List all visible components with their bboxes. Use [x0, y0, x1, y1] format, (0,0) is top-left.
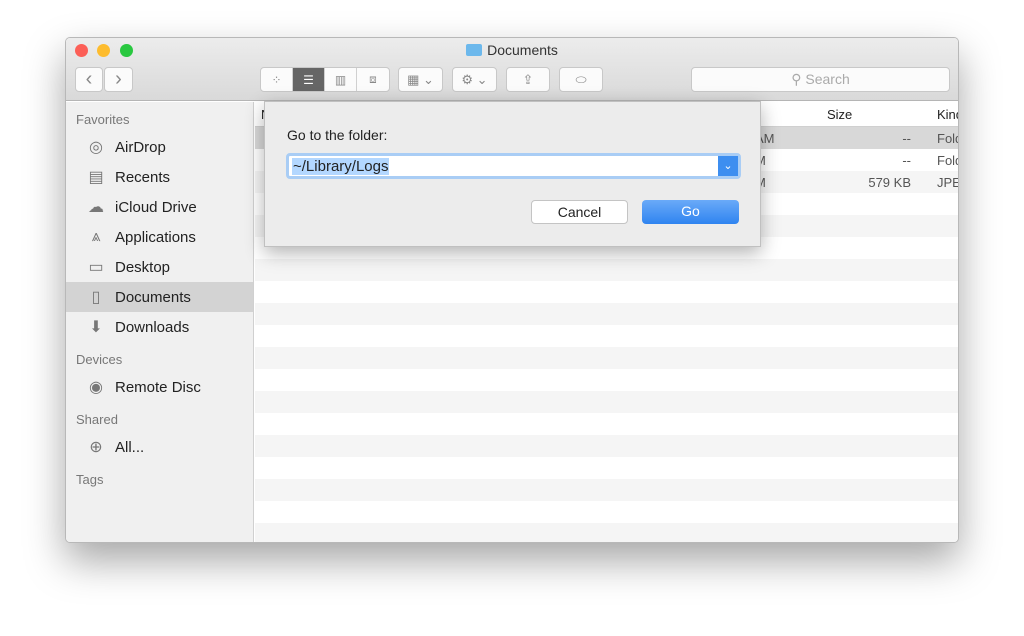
- share-button[interactable]: ⇪: [506, 67, 550, 92]
- desktop-icon: ▭: [88, 259, 104, 276]
- gear-icon: ⚙ ⌄: [461, 71, 488, 87]
- table-row[interactable]: [255, 281, 958, 303]
- sidebar-item-label: Remote Disc: [115, 378, 201, 396]
- table-row[interactable]: [255, 325, 958, 347]
- kind-cell: Folder: [937, 131, 958, 146]
- table-row[interactable]: [255, 457, 958, 479]
- sidebar-item-label: AirDrop: [115, 138, 166, 156]
- titlebar: Documents ‹ › ⁘ ☰ ▥ ⧈ ▦ ⌄ ⚙ ⌄ ⇪ ⬭ ⚲ Sear…: [66, 38, 958, 101]
- cloud-icon: ☁: [88, 199, 104, 216]
- sidebar-item-label: Downloads: [115, 318, 190, 336]
- table-row[interactable]: [255, 501, 958, 523]
- sidebar-item-label: Applications: [115, 228, 196, 246]
- airdrop-icon: ◎: [89, 139, 103, 156]
- applications-icon: ⩓: [91, 228, 101, 245]
- table-row[interactable]: [255, 369, 958, 391]
- table-row[interactable]: [255, 303, 958, 325]
- search-field[interactable]: ⚲ Search: [691, 67, 950, 92]
- disc-icon: ◉: [89, 379, 103, 396]
- search-placeholder: Search: [805, 71, 850, 87]
- go-button[interactable]: Go: [642, 200, 739, 224]
- sidebar-item-label: Desktop: [115, 258, 171, 276]
- column-view-button[interactable]: ▥: [325, 68, 357, 91]
- sidebar-item-label: iCloud Drive: [115, 198, 197, 216]
- table-row[interactable]: [255, 259, 958, 281]
- sidebar-section-tags: Tags: [76, 472, 104, 487]
- column-size[interactable]: Size: [827, 107, 852, 122]
- kind-cell: JPEG: [937, 175, 958, 190]
- grid-icon: ▦ ⌄: [407, 71, 434, 87]
- go-to-folder-dialog: Go to the folder: ~/Library/Logs ⌄ Cance…: [264, 101, 761, 247]
- tags-button[interactable]: ⬭: [559, 67, 603, 92]
- cancel-button[interactable]: Cancel: [531, 200, 628, 224]
- sidebar-item-airdrop[interactable]: ◎ AirDrop: [66, 132, 253, 162]
- table-row[interactable]: [255, 347, 958, 369]
- arrange-button[interactable]: ▦ ⌄: [398, 67, 443, 92]
- window-title: Documents: [66, 42, 958, 58]
- share-icon: ⇪: [522, 71, 534, 87]
- sidebar-item-desktop[interactable]: ▭ Desktop: [66, 252, 253, 282]
- chevron-down-icon[interactable]: ⌄: [718, 156, 738, 176]
- sidebar-item-label: All...: [115, 438, 145, 456]
- recents-icon: ▤: [88, 169, 104, 186]
- folder-icon: [466, 44, 483, 56]
- sidebar-item-icloud-drive[interactable]: ☁ iCloud Drive: [66, 192, 253, 222]
- sidebar-section-shared: Shared: [76, 412, 118, 427]
- sidebar-item-all[interactable]: ⊕ All...: [66, 432, 253, 462]
- folder-path-value[interactable]: ~/Library/Logs: [292, 158, 390, 175]
- table-row[interactable]: [255, 479, 958, 501]
- back-button[interactable]: ‹: [75, 67, 103, 92]
- sidebar: Favorites ◎ AirDrop ▤ Recents ☁ iCloud Drive ⩓ A…: [66, 102, 254, 542]
- icon-view-button[interactable]: ⁘: [261, 68, 293, 91]
- sidebar-section-favorites: Favorites: [76, 112, 130, 127]
- table-row[interactable]: [255, 435, 958, 457]
- sidebar-section-devices: Devices: [76, 352, 123, 367]
- dialog-label: Go to the folder:: [287, 127, 388, 143]
- sidebar-item-label: Recents: [115, 168, 171, 186]
- tag-icon: ⬭: [575, 71, 587, 87]
- sidebar-item-remote-disc[interactable]: ◉ Remote Disc: [66, 372, 253, 402]
- forward-button[interactable]: ›: [104, 67, 133, 92]
- size-cell: --: [902, 131, 911, 146]
- sidebar-item-documents[interactable]: ▯ Documents: [66, 282, 253, 312]
- column-kind[interactable]: Kind: [937, 107, 958, 122]
- downloads-icon: ⬇: [89, 319, 103, 336]
- network-icon: ⊕: [89, 439, 103, 456]
- folder-path-input[interactable]: ~/Library/Logs ⌄: [286, 153, 741, 179]
- list-view-button[interactable]: ☰: [293, 68, 325, 91]
- size-cell: 579 KB: [868, 175, 911, 190]
- sidebar-item-applications[interactable]: ⩓ Applications: [66, 222, 253, 252]
- action-button[interactable]: ⚙ ⌄: [452, 67, 497, 92]
- documents-icon: ▯: [91, 289, 101, 306]
- table-row[interactable]: [255, 391, 958, 413]
- sidebar-item-label: Documents: [115, 288, 191, 306]
- cover-flow-button[interactable]: ⧈: [357, 68, 389, 91]
- table-row[interactable]: [255, 523, 958, 542]
- sidebar-item-recents[interactable]: ▤ Recents: [66, 162, 253, 192]
- search-icon: ⚲: [791, 71, 806, 87]
- title-text: Documents: [487, 42, 558, 58]
- sidebar-item-downloads[interactable]: ⬇ Downloads: [66, 312, 253, 342]
- view-switcher: ⁘ ☰ ▥ ⧈: [260, 67, 390, 92]
- kind-cell: Folder: [937, 153, 958, 168]
- size-cell: --: [902, 153, 911, 168]
- table-row[interactable]: [255, 413, 958, 435]
